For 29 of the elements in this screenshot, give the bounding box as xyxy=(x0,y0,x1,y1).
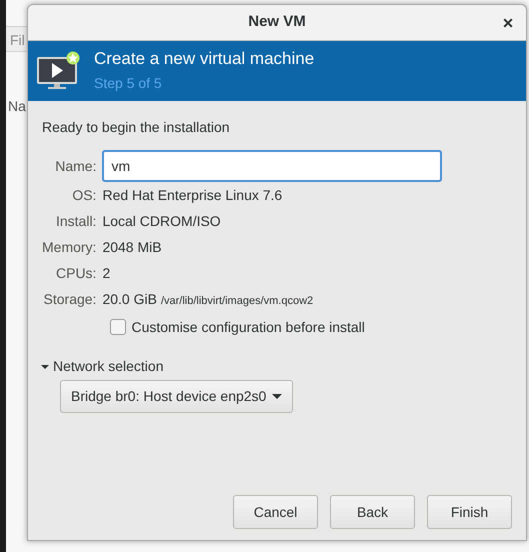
caret-icon xyxy=(272,394,282,400)
column-header: Na xyxy=(7,97,27,116)
menu-text: Fil xyxy=(9,31,26,50)
field-value: 2048 MiB xyxy=(102,238,162,257)
field-value: Local CDROM/ISO xyxy=(102,212,221,231)
close-button[interactable]: × xyxy=(496,11,520,35)
dialog-button[interactable]: Cancel xyxy=(233,495,318,529)
dialog-button[interactable]: Back xyxy=(330,495,415,529)
field-label: Name: xyxy=(54,156,96,176)
banner-title: Create a new virtual machine xyxy=(94,48,314,70)
field-value: 2 xyxy=(102,264,110,283)
field-label: Storage: xyxy=(42,290,96,309)
checkbox-label[interactable]: Customise configuration before install xyxy=(131,316,365,338)
monitor-play-icon xyxy=(36,51,82,91)
dialog-button[interactable]: Finish xyxy=(427,495,512,529)
field-label: Install: xyxy=(54,212,96,231)
field-value: Red Hat Enterprise Linux 7.6 xyxy=(102,186,282,205)
field-value: 20.0 GiB xyxy=(102,290,157,309)
window-title: New VM xyxy=(248,12,306,32)
section-heading: Ready to begin the installation xyxy=(42,118,231,137)
name-field[interactable]: vm xyxy=(102,150,442,182)
field-label: Memory: xyxy=(42,238,96,257)
checkbox[interactable] xyxy=(110,319,126,335)
field-label: OS: xyxy=(71,186,96,205)
step-label: Step 5 of 5 xyxy=(94,74,163,94)
storage-path: /var/lib/libvirt/images/vm.qcow2 xyxy=(160,294,314,309)
network-dropdown[interactable]: Bridge br0: Host device enp2s0 xyxy=(60,380,294,413)
field-label: CPUs: xyxy=(55,264,96,283)
expander-label[interactable]: Network selection xyxy=(53,356,164,377)
